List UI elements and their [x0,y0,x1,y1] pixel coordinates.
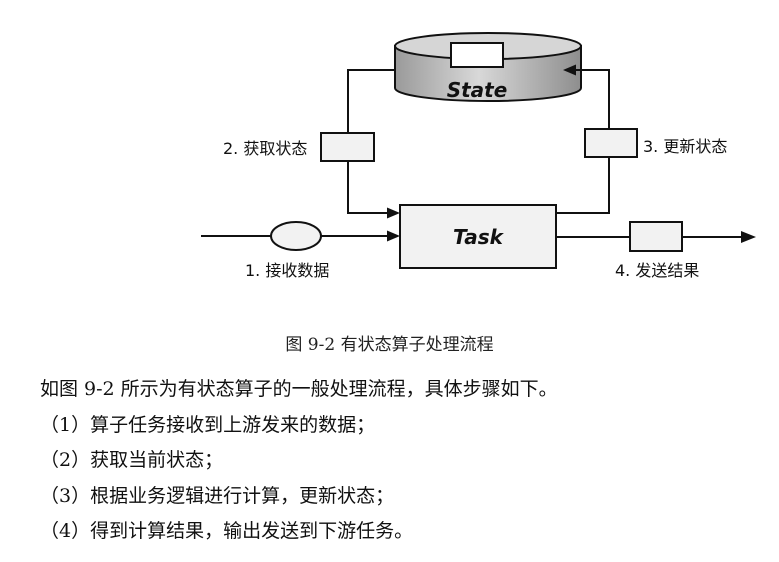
step-item-3: （3）根据业务逻辑进行计算，更新状态； [40,484,395,507]
output-arrowhead [741,231,756,243]
body-paragraph: 如图 9-2 所示为有状态算子的一般处理流程，具体步骤如下。 （1）算子任务接收… [40,372,759,550]
step2-label: 2. 获取状态 [223,139,307,158]
step-item-1: （1）算子任务接收到上游发来的数据； [40,413,376,436]
step4-label: 4. 发送结果 [615,261,699,280]
step1-label: 1. 接收数据 [245,261,329,280]
input-arrowhead [387,230,400,242]
output-record-box [629,221,683,252]
input-event-ellipse [270,221,322,251]
figure-caption: 图 9-2 有状态算子处理流程 [285,335,494,355]
update-state-record-box [584,128,638,158]
get-state-record-box [320,132,375,162]
step3-label: 3. 更新状态 [643,137,727,156]
task-box: Task [399,204,557,269]
task-label: Task [453,225,505,249]
intro-line: 如图 9-2 所示为有状态算子的一般处理流程，具体步骤如下。 [40,378,558,400]
state-label: State [447,78,508,102]
stateful-operator-diagram: State Task 2. 获取状态 3. 更新状态 1. 接收数据 4. 发送… [201,32,756,280]
step-item-4: （4）得到计算结果，输出发送到下游任务。 [40,520,414,542]
state-record-box [450,42,504,68]
step-item-2: （2）获取当前状态； [40,449,224,471]
state-store: State [394,32,582,102]
get-state-arrowhead [387,207,400,219]
